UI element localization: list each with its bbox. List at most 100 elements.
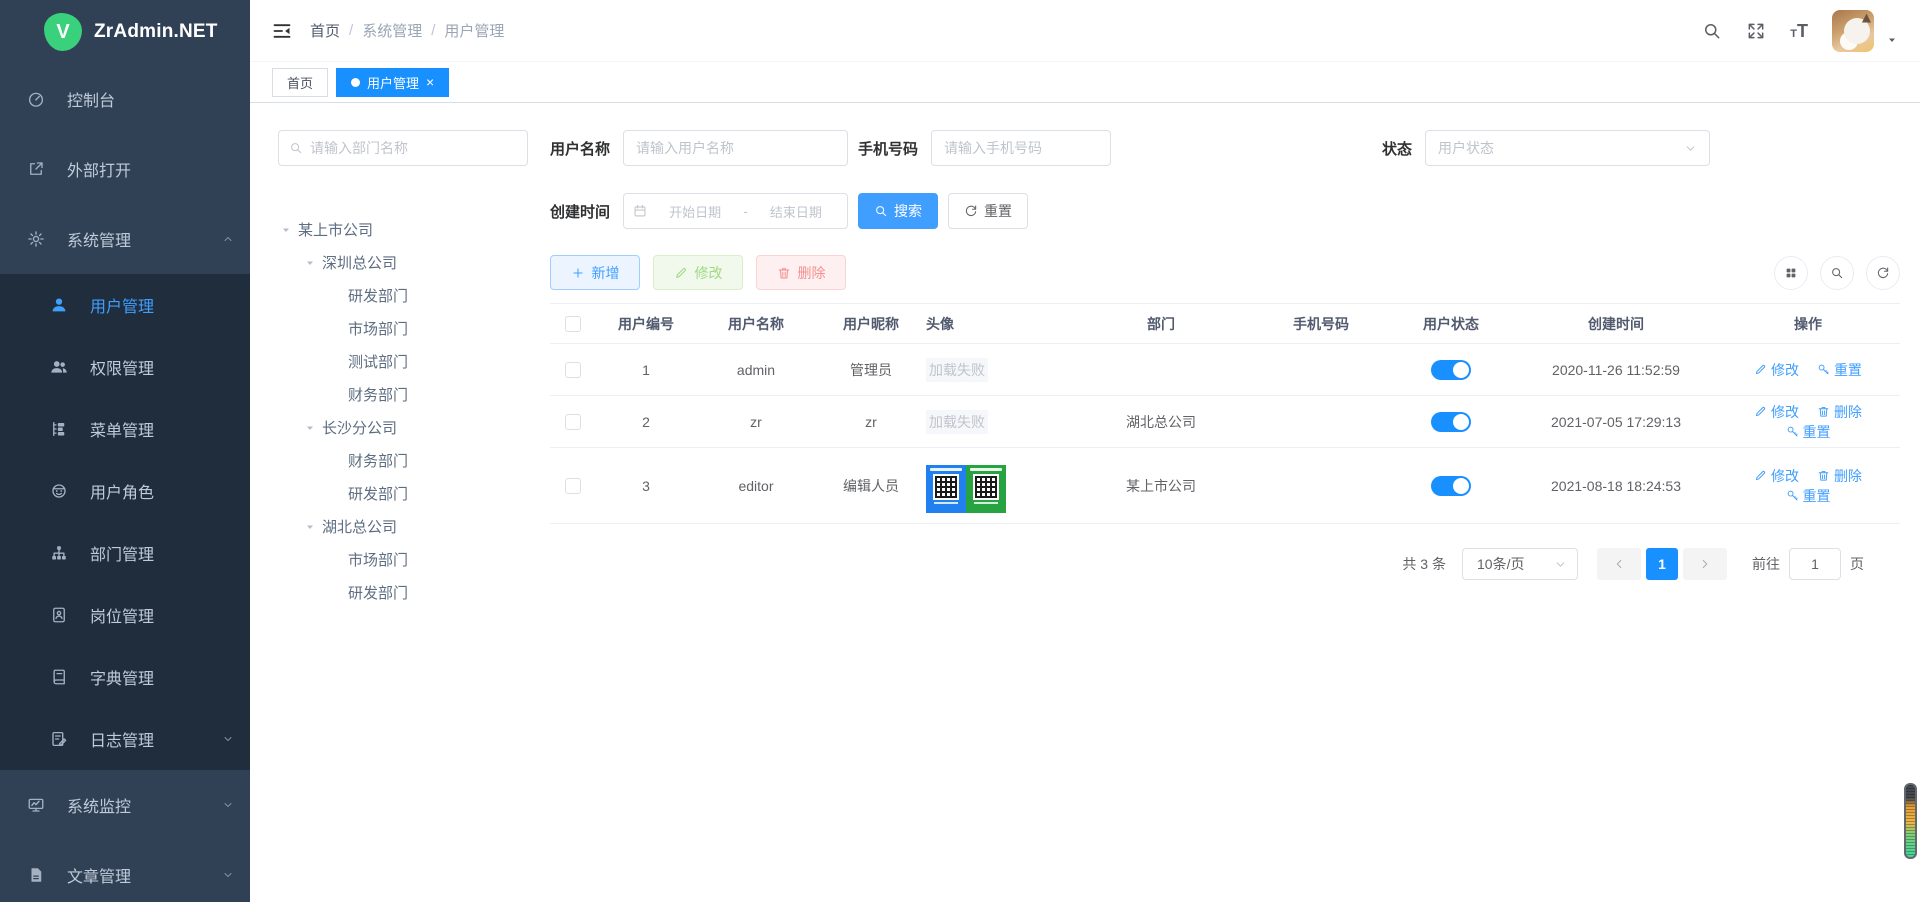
row-edit-link[interactable]: 修改 (1754, 402, 1799, 422)
tree-node[interactable]: 研发部门 (278, 477, 528, 510)
sidebar-item-dictionary-management[interactable]: 字典管理 (0, 646, 250, 708)
date-range-picker[interactable]: 开始日期 - 结束日期 (623, 193, 848, 229)
row-checkbox[interactable] (565, 362, 581, 378)
tree-node-label: 财务部门 (348, 450, 408, 471)
qr-code-avatar-image[interactable] (926, 465, 1006, 513)
row-reset-password-link[interactable]: 重置 (1786, 486, 1831, 506)
cell-department: 某上市公司 (1066, 448, 1256, 524)
sidebar-item-post-management[interactable]: 岗位管理 (0, 584, 250, 646)
row-delete-link[interactable]: 删除 (1817, 466, 1862, 486)
department-search-input[interactable] (310, 140, 517, 156)
add-button[interactable]: 新增 (550, 255, 640, 290)
active-tab-dot (351, 78, 360, 87)
sidebar-item-permission-management[interactable]: 权限管理 (0, 336, 250, 398)
row-checkbox[interactable] (565, 478, 581, 494)
show-search-button[interactable] (1820, 256, 1854, 290)
status-toggle[interactable] (1431, 412, 1471, 432)
row-reset-password-link[interactable]: 重置 (1786, 422, 1831, 442)
table-tools (1774, 256, 1900, 290)
search-icon (874, 204, 888, 218)
sidebar-item-system-management[interactable]: 系统管理 (0, 204, 250, 274)
sidebar-item-label: 字典管理 (90, 665, 154, 689)
scrollbar-thumb[interactable] (1904, 783, 1917, 859)
row-edit-link[interactable]: 修改 (1754, 360, 1799, 380)
tree-node[interactable]: 市场部门 (278, 543, 528, 576)
sidebar-item-dashboard[interactable]: 控制台 (0, 64, 250, 134)
tab-home[interactable]: 首页 (272, 68, 328, 97)
row-edit-link[interactable]: 修改 (1754, 466, 1799, 486)
filter-row-1: 用户名称 手机号码 状态 用户状态 (550, 130, 1900, 166)
next-page-button[interactable] (1683, 548, 1727, 580)
caret-down-icon[interactable] (304, 422, 316, 434)
tree-node[interactable]: 财务部门 (278, 444, 528, 477)
pagination: 共 3 条 10条/页 1 前往 页 (550, 548, 1864, 580)
app-logo[interactable]: V ZrAdmin.NET (0, 0, 250, 64)
header-actions: TT (1702, 10, 1898, 52)
breadcrumb-home[interactable]: 首页 (310, 20, 340, 41)
username-input[interactable] (623, 130, 848, 166)
sidebar-item-external-open[interactable]: 外部打开 (0, 134, 250, 204)
cell-created-time: 2020-11-26 11:52:59 (1516, 344, 1716, 396)
tree-node[interactable]: 财务部门 (278, 378, 528, 411)
row-reset-password-link[interactable]: 重置 (1817, 360, 1862, 380)
cell-username: zr (696, 396, 816, 448)
column-settings-button[interactable] (1774, 256, 1808, 290)
start-date-placeholder: 开始日期 (653, 202, 737, 221)
row-checkbox[interactable] (565, 414, 581, 430)
tree-node[interactable]: 测试部门 (278, 345, 528, 378)
sidebar-item-article-management[interactable]: 文章管理 (0, 840, 250, 902)
qr-code-icon (933, 474, 959, 500)
tree-node[interactable]: 研发部门 (278, 279, 528, 312)
font-size-icon: T (1797, 22, 1808, 40)
row-reset-label: 重置 (1803, 486, 1831, 506)
cell-nickname: 管理员 (816, 344, 926, 396)
top-header: 首页 / 系统管理 / 用户管理 TT (250, 0, 1920, 62)
prev-page-button[interactable] (1597, 548, 1641, 580)
sidebar-item-system-monitor[interactable]: 系统监控 (0, 770, 250, 840)
caret-down-icon[interactable] (304, 521, 316, 533)
caret-down-icon[interactable] (280, 224, 292, 236)
sidebar-item-user-roles[interactable]: 用户角色 (0, 460, 250, 522)
status-toggle[interactable] (1431, 360, 1471, 380)
sidebar-collapse-button[interactable] (272, 21, 292, 41)
monitor-icon (27, 796, 45, 814)
select-all-checkbox[interactable] (565, 316, 581, 332)
sidebar-item-log-management[interactable]: 日志管理 (0, 708, 250, 770)
row-delete-link[interactable]: 删除 (1817, 402, 1862, 422)
phone-input[interactable] (931, 130, 1111, 166)
sidebar-item-user-management[interactable]: 用户管理 (0, 274, 250, 336)
delete-button[interactable]: 删除 (756, 255, 846, 290)
tree-node[interactable]: 某上市公司 (278, 213, 528, 246)
table-row: 3 editor 编辑人员 某上市公司 (550, 448, 1900, 524)
close-icon[interactable]: × (426, 75, 434, 89)
page-number-1[interactable]: 1 (1646, 548, 1678, 580)
tree-node[interactable]: 市场部门 (278, 312, 528, 345)
font-size-button[interactable]: TT (1790, 22, 1808, 40)
tree-node[interactable]: 长沙分公司 (278, 411, 528, 444)
sidebar-item-menu-management[interactable]: 菜单管理 (0, 398, 250, 460)
breadcrumb-system-management: 系统管理 (362, 20, 422, 41)
status-select[interactable]: 用户状态 (1425, 130, 1710, 166)
sidebar-item-department-management[interactable]: 部门管理 (0, 522, 250, 584)
status-toggle[interactable] (1431, 476, 1471, 496)
sidebar-item-label: 菜单管理 (90, 417, 154, 441)
tree-node[interactable]: 研发部门 (278, 576, 528, 609)
edit-button[interactable]: 修改 (653, 255, 743, 290)
tab-user-management[interactable]: 用户管理 × (336, 68, 449, 97)
header-search-button[interactable] (1702, 21, 1722, 41)
breadcrumb-separator: / (431, 22, 435, 39)
column-header-department: 部门 (1066, 304, 1256, 344)
page-size-select[interactable]: 10条/页 (1462, 548, 1578, 580)
refresh-table-button[interactable] (1866, 256, 1900, 290)
fullscreen-button[interactable] (1746, 21, 1766, 41)
search-button[interactable]: 搜索 (858, 193, 938, 229)
reset-button[interactable]: 重置 (948, 193, 1028, 229)
search-icon (1830, 266, 1844, 280)
user-avatar[interactable] (1832, 10, 1874, 52)
tree-node[interactable]: 湖北总公司 (278, 510, 528, 543)
caret-down-icon[interactable] (304, 257, 316, 269)
cell-phone (1256, 448, 1386, 524)
tree-node[interactable]: 深圳总公司 (278, 246, 528, 279)
goto-page-input[interactable] (1789, 548, 1841, 580)
caret-down-icon (1886, 34, 1898, 46)
